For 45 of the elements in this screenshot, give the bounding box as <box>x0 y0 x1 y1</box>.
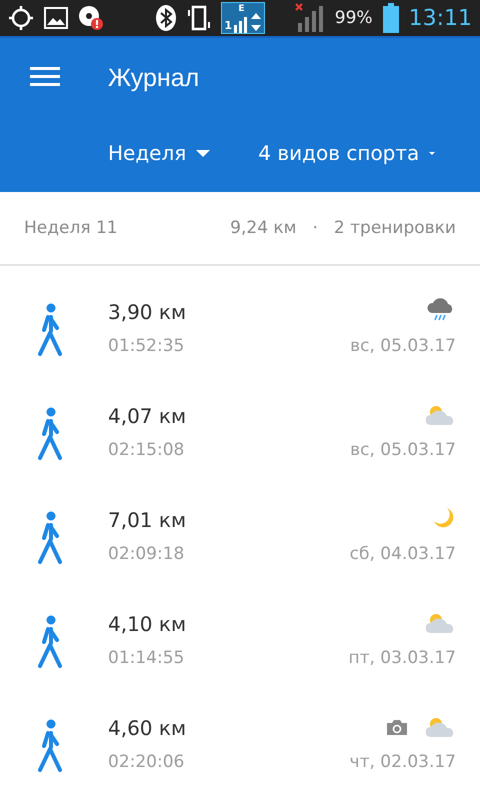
moon-icon <box>432 506 456 530</box>
filter-dropdown[interactable]: 4 видов спорта <box>258 141 436 165</box>
workout-distance: 7,01 км <box>108 508 188 534</box>
workout-date: вс, 05.03.17 <box>350 439 456 460</box>
filter-dropdown[interactable]: Неделя <box>108 141 210 165</box>
partly-cloudy-icon <box>426 716 456 738</box>
partly-cloudy-icon <box>426 404 456 426</box>
no-signal-icon <box>294 3 325 33</box>
battery-icon <box>382 3 399 33</box>
workout-date: вс, 05.03.17 <box>350 335 456 356</box>
clock: 13:11 <box>408 6 472 30</box>
vibrate-icon <box>187 4 212 32</box>
workout-count: 2 тренировки <box>334 218 456 238</box>
gps-icon <box>8 5 34 31</box>
screen-title: Журнал <box>108 64 200 92</box>
caret-icon <box>429 152 436 154</box>
workout-row[interactable]: 4,60 км 02:20:06 чт, 02.03.17 <box>0 694 480 798</box>
workout-date: пт, 03.03.17 <box>348 647 456 668</box>
bluetooth-icon <box>155 4 178 32</box>
workout-date: сб, 04.03.17 <box>350 543 456 564</box>
total-distance: 9,24 км <box>230 218 297 238</box>
workout-row[interactable]: 7,01 км 02:09:18 сб, 04.03.17 <box>0 486 480 590</box>
workout-duration: 02:09:18 <box>108 543 186 564</box>
workout-duration: 01:14:55 <box>108 647 186 668</box>
network-type-label: E <box>238 4 245 14</box>
workout-distance: 3,90 км <box>108 300 188 326</box>
workout-row[interactable]: 3,90 км 01:52:35 вс, 05.03.17 <box>0 278 480 382</box>
workout-distance: 4,60 км <box>108 716 188 742</box>
partly-cloudy-icon <box>426 612 456 634</box>
image-icon <box>44 7 68 29</box>
workout-row[interactable]: 4,10 км 01:14:55 пт, 03.03.17 <box>0 590 480 694</box>
disc-alert-icon <box>78 5 104 31</box>
workout-duration: 02:20:06 <box>108 751 186 772</box>
week-label: Неделя 11 <box>24 218 118 238</box>
battery-percent: 99% <box>334 8 373 28</box>
sim-label: 1 <box>224 19 232 32</box>
workout-duration: 01:52:35 <box>108 335 186 356</box>
workout-distance: 4,10 км <box>108 612 188 638</box>
caret-icon <box>196 150 210 156</box>
menu-icon <box>30 66 60 88</box>
workout-distance: 4,07 км <box>108 404 188 430</box>
separator-dot: · <box>312 218 318 238</box>
workout-date: чт, 02.03.17 <box>350 751 456 772</box>
workout-row[interactable]: 4,07 км 02:15:08 вс, 05.03.17 <box>0 382 480 486</box>
workout-duration: 02:15:08 <box>108 439 186 460</box>
